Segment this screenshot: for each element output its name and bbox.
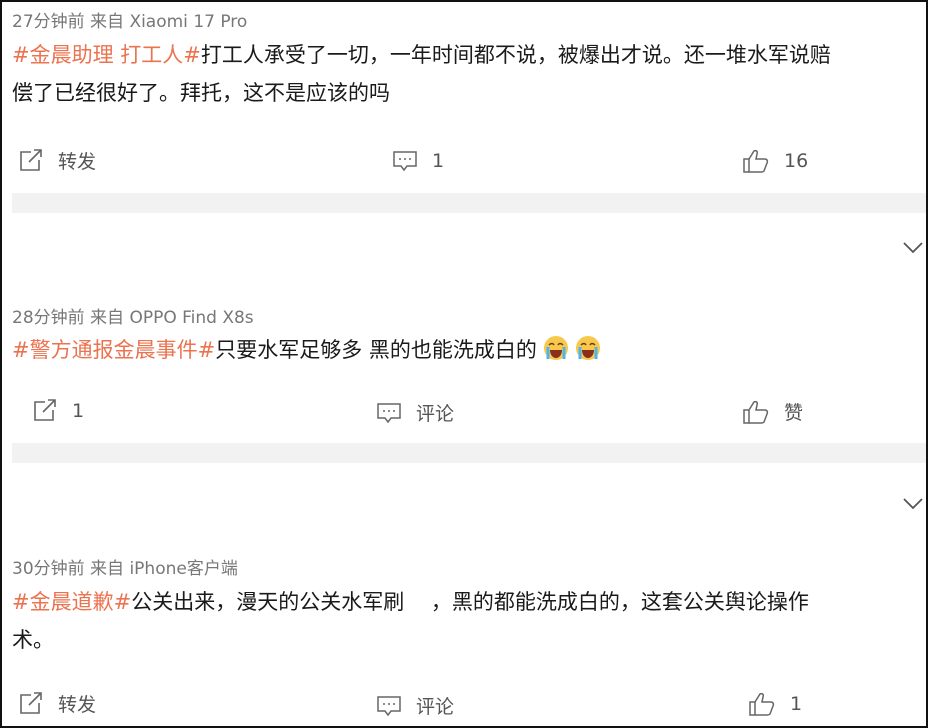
repost-button[interactable]: 转发 — [18, 147, 96, 174]
crying-face-emoji — [543, 335, 569, 361]
chevron-down-icon[interactable] — [902, 496, 924, 515]
post-separator — [12, 193, 926, 213]
repost-count: 1 — [72, 400, 85, 422]
repost-icon — [18, 148, 44, 173]
repost-label: 转发 — [58, 694, 97, 716]
comment-label: 评论 — [416, 403, 455, 425]
post-meta: 27分钟前 来自 Xiaomi 17 Pro — [12, 12, 248, 32]
repost-icon — [32, 399, 58, 423]
feed-post: 27分钟前 来自 Xiaomi 17 Pro #金晨助理 打工人#打工人承受了一… — [2, 2, 926, 202]
post-text-line: 只要水军足够多 黑的也能洗成白的 — [215, 338, 537, 362]
like-label: 赞 — [784, 402, 804, 424]
like-button[interactable]: 1 — [748, 691, 802, 717]
chevron-down-icon[interactable] — [902, 240, 924, 259]
feed-post: 30分钟前 来自 iPhone客户端 #金晨道歉#公关出来，漫天的公关水军刷 ，… — [2, 550, 926, 726]
hashtag-link[interactable]: #金晨助理 打工人# — [12, 43, 201, 67]
repost-button[interactable]: 1 — [32, 399, 84, 423]
feed-post: 28分钟前 来自 OPPO Find X8s #警方通报金晨事件#只要水军足够多… — [2, 298, 926, 448]
post-text: #金晨道歉#公关出来，漫天的公关水军刷 ，黑的都能洗成白的，这套公关舆论操作 术… — [12, 583, 917, 659]
comment-icon — [376, 401, 402, 425]
thumbs-up-icon — [748, 691, 776, 717]
post-text: #金晨助理 打工人#打工人承受了一切，一年时间都不说，被爆出才说。还一堆水军说赔… — [12, 36, 917, 112]
comment-button[interactable]: 评论 — [376, 692, 454, 719]
comment-button[interactable]: 1 — [392, 149, 444, 173]
like-count: 1 — [790, 693, 803, 715]
hashtag-link[interactable]: #金晨道歉# — [12, 590, 131, 614]
crying-face-emoji — [575, 335, 601, 361]
post-text: #警方通报金晨事件#只要水军足够多 黑的也能洗成白的 — [12, 331, 917, 369]
like-count: 16 — [784, 150, 809, 172]
feed-panel: 27分钟前 来自 Xiaomi 17 Pro #金晨助理 打工人#打工人承受了一… — [0, 0, 928, 728]
repost-icon — [18, 691, 44, 716]
post-text-line: 术。 — [12, 628, 54, 652]
comment-icon — [392, 149, 418, 173]
post-meta: 28分钟前 来自 OPPO Find X8s — [12, 308, 254, 328]
comment-button[interactable]: 评论 — [376, 399, 454, 426]
like-button[interactable]: 赞 — [742, 398, 803, 425]
comment-label: 评论 — [416, 696, 455, 718]
post-separator — [12, 443, 926, 463]
post-text-line: 打工人承受了一切，一年时间都不说，被爆出才说。还一堆水军说赔 — [200, 43, 831, 67]
hashtag-link[interactable]: #警方通报金晨事件# — [12, 338, 215, 362]
thumbs-up-icon — [742, 148, 770, 174]
repost-label: 转发 — [58, 151, 97, 173]
thumbs-up-icon — [742, 399, 770, 425]
post-meta: 30分钟前 来自 iPhone客户端 — [12, 559, 238, 579]
repost-button[interactable]: 转发 — [18, 690, 96, 717]
comment-icon — [376, 694, 402, 718]
comment-count: 1 — [432, 150, 445, 172]
like-button[interactable]: 16 — [742, 148, 808, 174]
post-text-line: 公关出来，漫天的公关水军刷 ，黑的都能洗成白的，这套公关舆论操作 — [131, 590, 809, 614]
post-text-line: 偿了已经很好了。拜托，这不是应该的吗 — [12, 81, 390, 105]
